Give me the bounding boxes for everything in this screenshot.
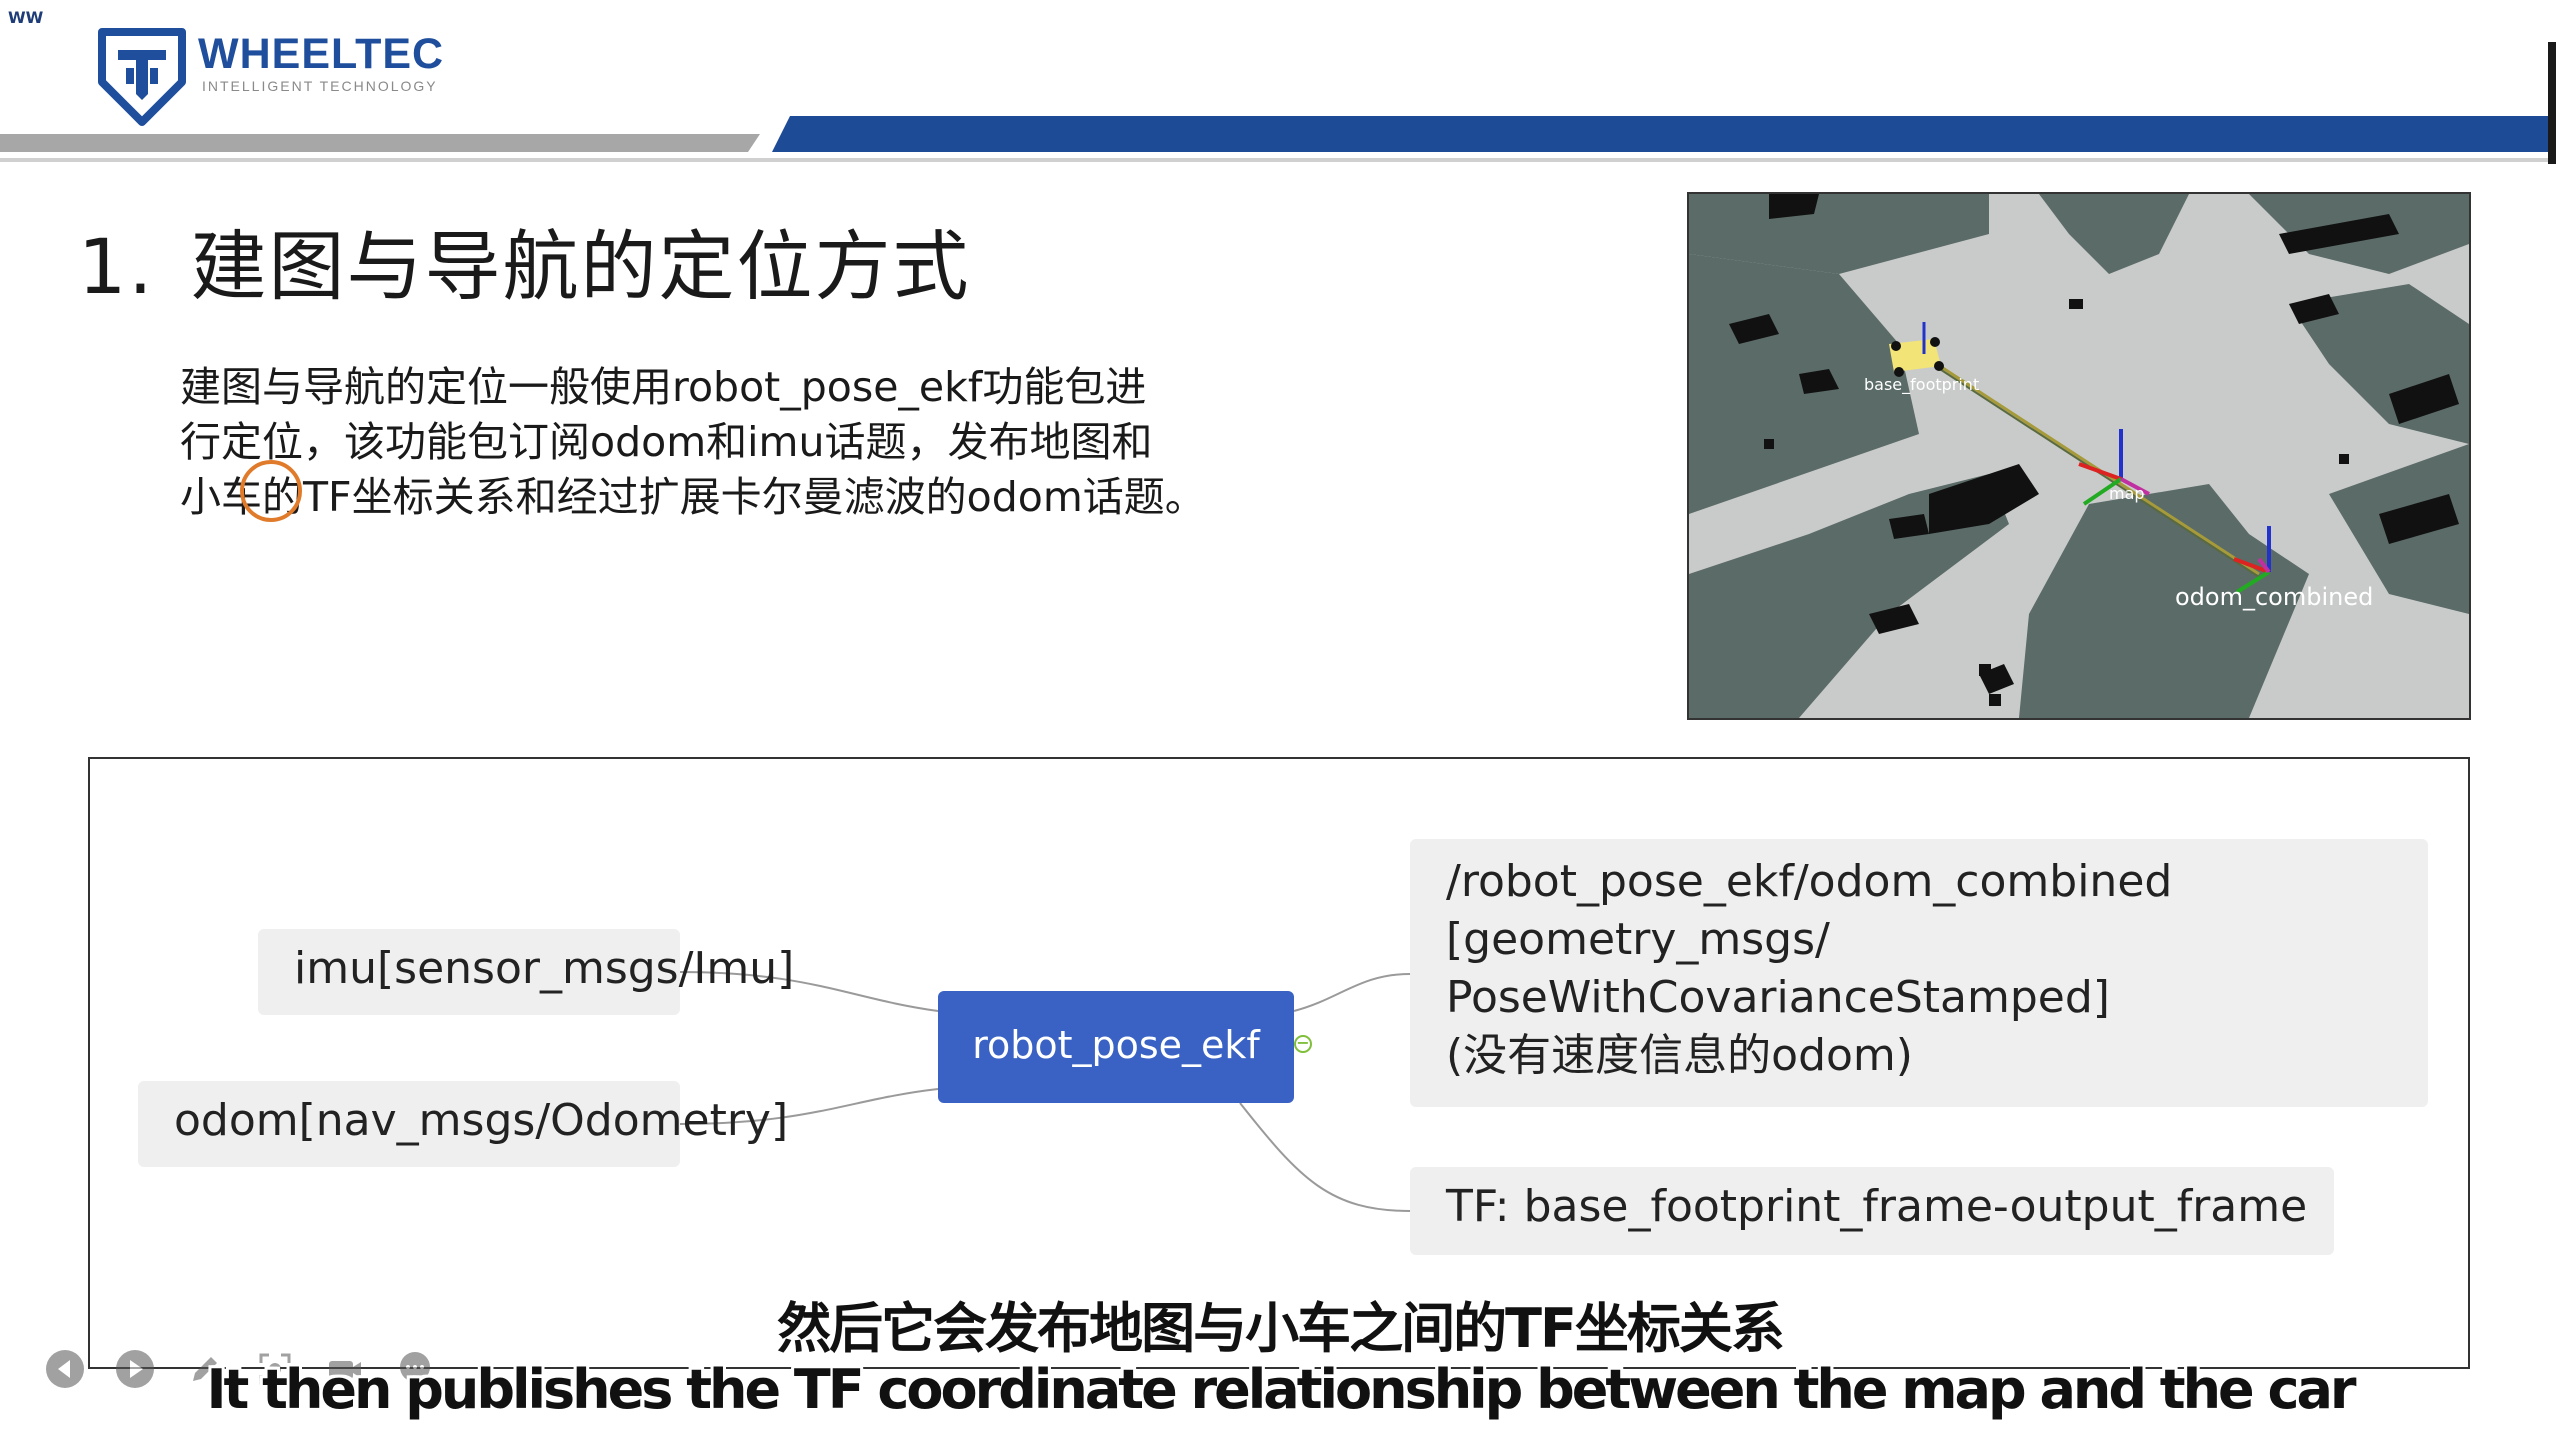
description-line: 建图与导航的定位一般使用robot_pose_ekf功能包进: [180, 363, 1147, 411]
right-edge-bar: [2548, 42, 2556, 164]
header-band: [0, 116, 2548, 162]
node-label: robot_pose_ekf: [972, 1023, 1260, 1067]
node-label-line: PoseWithCovarianceStamped]: [1446, 972, 2110, 1023]
mindmap-panel: imu[sensor_msgs/Imu] odom[nav_msgs/Odome…: [88, 757, 2470, 1369]
corner-logo-label: WW: [8, 8, 44, 27]
brand-tagline: INTELLIGENT TECHNOLOGY: [202, 78, 438, 94]
node-label-line: /robot_pose_ekf/odom_combined: [1446, 856, 2173, 907]
input-node-odom[interactable]: odom[nav_msgs/Odometry]: [138, 1081, 788, 1167]
label-map: map: [2109, 484, 2145, 503]
subtitle-chinese: 然后它会发布地图与小车之间的TF坐标关系: [777, 1297, 1785, 1360]
label-odom-combined: odom_combined: [2175, 583, 2373, 611]
brand-name: WHEELTEC: [198, 30, 445, 78]
description-line: 小车的TF坐标关系和经过扩展卡尔曼滤波的odom话题。: [180, 473, 1206, 521]
node-label-line: [geometry_msgs/: [1446, 914, 1830, 965]
subtitle-english: It then publishes the TF coordinate rela…: [206, 1358, 2356, 1421]
output-node-odom-combined[interactable]: /robot_pose_ekf/odom_combined [geometry_…: [1410, 839, 2428, 1107]
output-node-tf[interactable]: TF: base_footprint_frame-output_frame: [1410, 1167, 2334, 1255]
map-graphic: base_footprint map odom_combined: [1689, 194, 2469, 718]
slide-title: 1. 建图与导航的定位方式: [78, 205, 971, 315]
slide-description: 建图与导航的定位一般使用robot_pose_ekf功能包进 行定位，该功能包订…: [180, 360, 1300, 525]
center-node-robot-pose-ekf[interactable]: robot_pose_ekf: [938, 991, 1294, 1103]
input-node-imu[interactable]: imu[sensor_msgs/Imu]: [258, 929, 794, 1015]
node-label: TF: base_footprint_frame-output_frame: [1446, 1181, 2308, 1232]
label-base-footprint: base_footprint: [1864, 375, 1979, 395]
node-label: imu[sensor_msgs/Imu]: [294, 943, 795, 994]
node-label-line: (没有速度信息的odom): [1446, 1030, 1913, 1081]
cursor-highlight: [240, 460, 302, 522]
title-text: 建图与导航的定位方式: [190, 222, 971, 311]
title-number: 1.: [78, 222, 155, 311]
collapse-icon[interactable]: −: [1294, 1035, 1312, 1053]
node-label: odom[nav_msgs/Odometry]: [174, 1095, 789, 1146]
description-line: 行定位，该功能包订阅odom和imu话题，发布地图和: [180, 418, 1153, 466]
rviz-map-view: base_footprint map odom_combined: [1687, 192, 2471, 720]
